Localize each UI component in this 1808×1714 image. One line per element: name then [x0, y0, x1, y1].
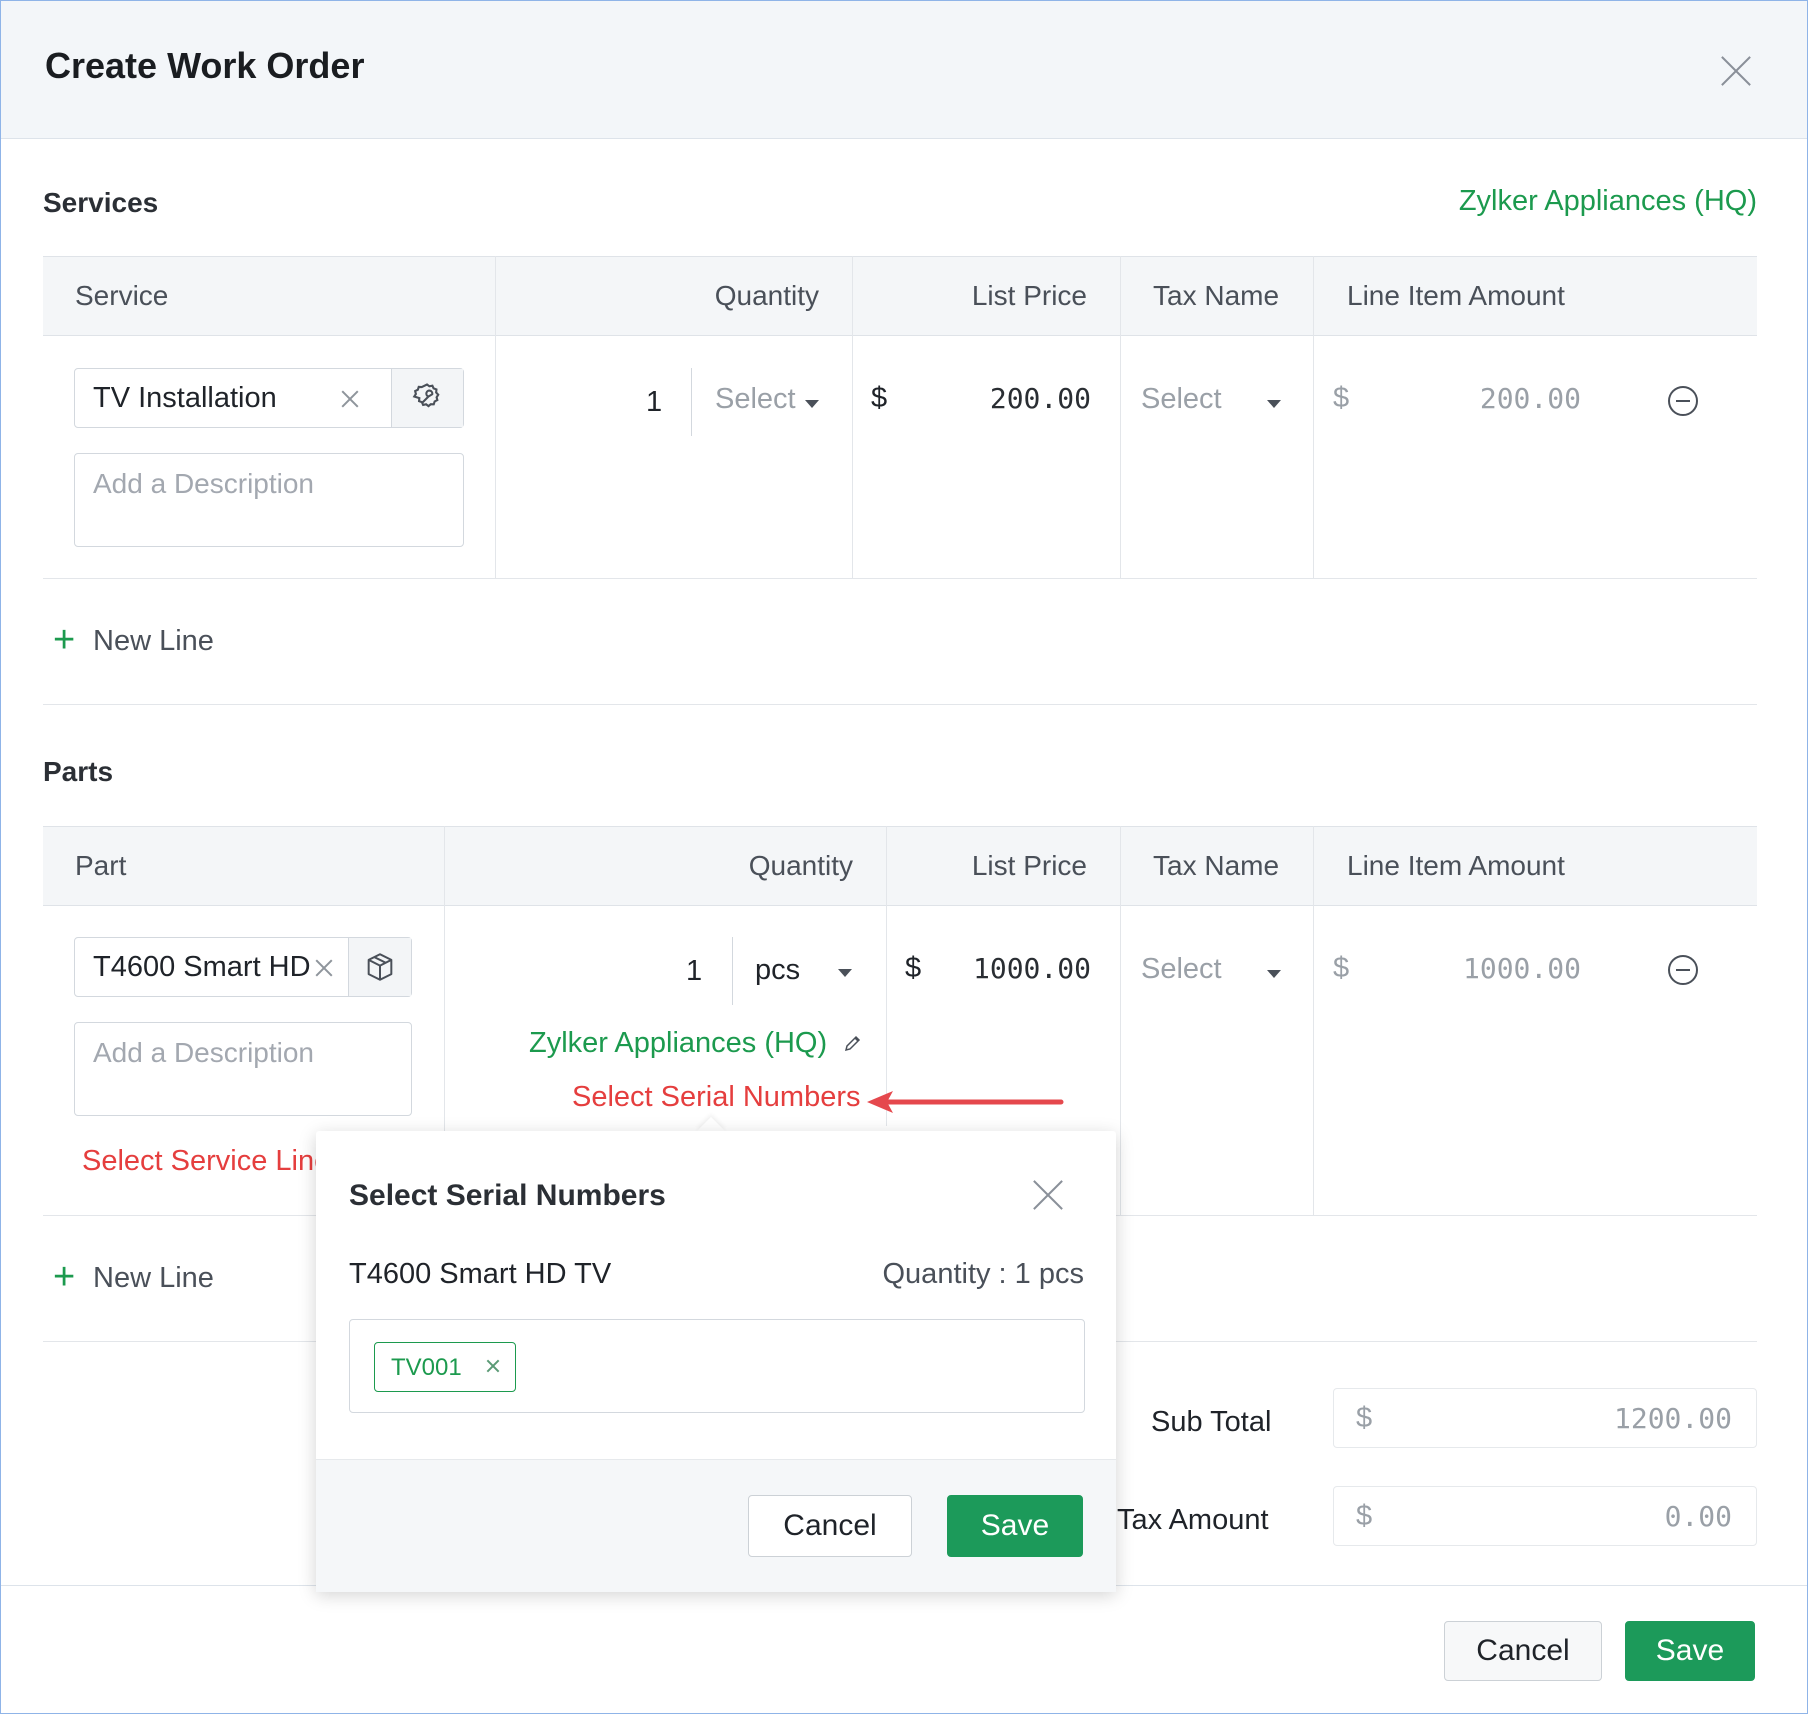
save-button[interactable]: Save — [1625, 1621, 1755, 1681]
remove-line-icon[interactable] — [1668, 386, 1698, 416]
popover-item-name: T4600 Smart HD TV — [349, 1258, 612, 1290]
col-line-item-amount: Line Item Amount — [1347, 280, 1565, 311]
service-unit-select[interactable]: Select — [713, 383, 823, 423]
box-icon — [367, 953, 393, 981]
service-select[interactable]: TV Installation — [74, 368, 464, 428]
select-service-line-link[interactable]: Select Service Line — [82, 1145, 316, 1178]
clear-icon[interactable] — [307, 951, 341, 985]
popover-cancel-button[interactable]: Cancel — [748, 1495, 912, 1557]
tax-amount-value: 0.00 — [1664, 1500, 1732, 1533]
divider — [1313, 826, 1314, 1216]
serial-tag-label: TV001 — [391, 1354, 462, 1381]
close-icon[interactable] — [1719, 54, 1753, 88]
part-line-amount: 1000.00 — [1462, 952, 1581, 985]
close-icon[interactable] — [1031, 1178, 1065, 1212]
unit-select-label: Select — [715, 383, 796, 415]
divider — [1120, 256, 1121, 578]
currency-symbol: $ — [905, 952, 922, 984]
service-settings-button[interactable] — [392, 369, 463, 427]
sub-total-value: 1200.00 — [1613, 1402, 1732, 1435]
divider — [886, 826, 887, 1126]
chevron-down-icon — [838, 969, 852, 977]
divider — [691, 368, 692, 436]
amount-currency: $ — [1333, 952, 1350, 984]
serial-tag: TV001 — [374, 1342, 516, 1392]
sub-total-currency: $ — [1356, 1402, 1373, 1434]
currency-symbol: $ — [871, 382, 888, 414]
services-warehouse-link[interactable]: Zylker Appliances (HQ) — [1459, 185, 1757, 218]
pencil-icon[interactable] — [843, 1033, 863, 1053]
part-list-price-input[interactable]: 1000.00 — [931, 952, 1091, 985]
clear-icon[interactable] — [333, 382, 367, 416]
create-work-order-dialog: Create Work Order Services Zylker Applia… — [0, 0, 1808, 1714]
remove-line-icon[interactable] — [1668, 955, 1698, 985]
part-details-button[interactable] — [349, 938, 411, 996]
cancel-button[interactable]: Cancel — [1444, 1621, 1602, 1681]
col-service: Service — [75, 280, 169, 311]
service-tax-select[interactable]: Select — [1139, 383, 1289, 423]
tax-select-label: Select — [1141, 953, 1222, 985]
description-placeholder: Add a Description — [93, 468, 315, 499]
col-quantity: Quantity — [748, 850, 853, 881]
description-placeholder: Add a Description — [93, 1037, 315, 1068]
service-name: TV Installation — [93, 382, 277, 414]
select-serial-numbers-popover: Select Serial Numbers T4600 Smart HD TV … — [316, 1131, 1116, 1592]
divider — [732, 937, 733, 1005]
services-new-line-button[interactable]: + New Line — [51, 621, 251, 661]
service-list-price-input[interactable]: 200.00 — [931, 382, 1091, 415]
col-part: Part — [75, 850, 127, 881]
chevron-down-icon — [805, 400, 819, 408]
part-quantity-input[interactable]: 1 — [686, 955, 702, 988]
popover-footer: Cancel Save — [316, 1459, 1116, 1592]
dialog-title: Create Work Order — [45, 45, 365, 86]
amount-currency: $ — [1333, 382, 1350, 414]
plus-icon: + — [53, 1256, 76, 1298]
part-warehouse-link[interactable]: Zylker Appliances (HQ) — [529, 1027, 827, 1060]
remove-tag-icon[interactable] — [479, 1352, 507, 1380]
tax-amount-field: $ 0.00 — [1333, 1486, 1757, 1546]
new-line-label: New Line — [93, 1262, 214, 1294]
col-line-item-amount: Line Item Amount — [1347, 850, 1565, 881]
service-line-amount: 200.00 — [1479, 382, 1581, 415]
divider — [1313, 256, 1314, 578]
part-unit-select[interactable]: pcs — [753, 952, 863, 992]
divider — [43, 578, 1757, 579]
new-line-label: New Line — [93, 625, 214, 657]
service-quantity-input[interactable]: 1 — [646, 386, 662, 419]
services-heading: Services — [43, 187, 159, 218]
col-list-price: List Price — [971, 280, 1087, 311]
tax-amount-currency: $ — [1356, 1500, 1373, 1532]
wrench-gear-icon — [412, 383, 440, 408]
col-quantity: Quantity — [714, 280, 819, 311]
sub-total-label: Sub Total — [1151, 1406, 1272, 1438]
divider — [495, 256, 496, 578]
popover-title: Select Serial Numbers — [349, 1179, 666, 1212]
divider — [852, 256, 853, 578]
part-description-field[interactable]: Add a Description — [74, 1022, 412, 1116]
service-description-field[interactable]: Add a Description — [74, 453, 464, 547]
col-tax-name: Tax Name — [1153, 280, 1280, 311]
unit-select-label: pcs — [755, 954, 801, 986]
part-tax-select[interactable]: Select — [1139, 953, 1289, 993]
popover-quantity: Quantity : 1 pcs — [882, 1258, 1085, 1290]
col-tax-name: Tax Name — [1153, 850, 1280, 881]
popover-save-button[interactable]: Save — [947, 1495, 1083, 1557]
part-select[interactable]: T4600 Smart HD — [74, 937, 412, 997]
tax-select-label: Select — [1141, 383, 1222, 415]
chevron-down-icon — [1267, 970, 1281, 978]
divider — [1120, 826, 1121, 1216]
col-list-price: List Price — [971, 850, 1087, 881]
parts-new-line-button[interactable]: + New Line — [51, 1258, 251, 1298]
parts-heading: Parts — [43, 756, 114, 787]
sub-total-field: $ 1200.00 — [1333, 1388, 1757, 1448]
plus-icon: + — [53, 619, 76, 661]
serial-numbers-field[interactable]: TV001 — [349, 1319, 1085, 1413]
divider — [43, 704, 1757, 705]
select-serial-numbers-link[interactable]: Select Serial Numbers — [572, 1081, 861, 1114]
tax-amount-label: Tax Amount — [1117, 1504, 1269, 1536]
part-name: T4600 Smart HD — [93, 951, 311, 983]
dialog-header: Create Work Order — [1, 1, 1807, 139]
chevron-down-icon — [1267, 400, 1281, 408]
arrow-left-icon — [867, 1091, 1064, 1113]
